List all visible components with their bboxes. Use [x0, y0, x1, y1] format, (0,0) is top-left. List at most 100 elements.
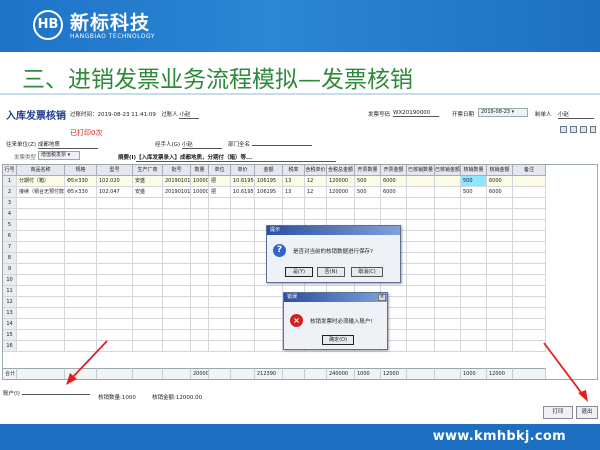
table-cell[interactable] — [163, 330, 191, 341]
table-cell[interactable]: 2 — [3, 187, 17, 198]
table-cell[interactable] — [17, 330, 65, 341]
table-cell[interactable] — [513, 198, 546, 209]
table-cell[interactable] — [255, 297, 283, 308]
table-cell[interactable]: 102.020 — [97, 176, 133, 187]
table-cell[interactable] — [231, 341, 255, 352]
table-cell[interactable]: Φ5×330 — [65, 187, 97, 198]
table-cell[interactable] — [513, 264, 546, 275]
table-cell[interactable] — [97, 297, 133, 308]
table-cell[interactable]: 10 — [3, 275, 17, 286]
table-cell[interactable] — [133, 330, 163, 341]
table-cell[interactable] — [487, 341, 513, 352]
table-cell[interactable] — [513, 242, 546, 253]
table-cell[interactable] — [209, 220, 231, 231]
table-cell[interactable] — [97, 308, 133, 319]
table-cell[interactable] — [163, 220, 191, 231]
table-cell[interactable]: 6000 — [381, 176, 407, 187]
table-cell[interactable]: 6000 — [487, 176, 513, 187]
table-cell[interactable] — [65, 198, 97, 209]
table-cell[interactable] — [17, 231, 65, 242]
table-cell[interactable] — [191, 308, 209, 319]
table-cell[interactable] — [231, 264, 255, 275]
table-cell[interactable]: 安盛 — [133, 176, 163, 187]
table-cell[interactable] — [461, 220, 487, 231]
table-cell[interactable] — [133, 319, 163, 330]
maker-field[interactable]: 小赵 — [558, 110, 594, 119]
account-field[interactable] — [21, 394, 90, 395]
settings-icon[interactable] — [590, 126, 596, 133]
camera-icon[interactable] — [570, 126, 577, 133]
table-cell[interactable] — [255, 198, 283, 209]
table-cell[interactable] — [65, 286, 97, 297]
table-cell[interactable]: 20190101 — [163, 187, 191, 198]
table-cell[interactable] — [407, 264, 435, 275]
table-cell[interactable] — [231, 231, 255, 242]
table-cell[interactable]: 1 — [3, 176, 17, 187]
table-cell[interactable] — [407, 242, 435, 253]
table-cell[interactable] — [513, 187, 546, 198]
table-cell[interactable] — [133, 253, 163, 264]
table-cell[interactable] — [191, 264, 209, 275]
table-cell[interactable]: 13 — [283, 187, 305, 198]
table-cell[interactable] — [461, 253, 487, 264]
table-cell[interactable]: 5 — [3, 220, 17, 231]
exit-button[interactable]: 退出 — [576, 406, 598, 419]
column-header[interactable]: 备注 — [513, 165, 546, 176]
table-cell[interactable]: 10.6195 — [231, 176, 255, 187]
table-cell[interactable]: 500 — [355, 187, 381, 198]
table-cell[interactable] — [461, 341, 487, 352]
table-cell[interactable] — [487, 209, 513, 220]
table-cell[interactable] — [327, 209, 355, 220]
table-cell[interactable] — [381, 209, 407, 220]
summary-field[interactable]: 【入库发票录入】成都地质，分期付（箱）等... — [136, 153, 336, 162]
table-cell[interactable] — [487, 198, 513, 209]
column-header[interactable]: 金额 — [255, 165, 283, 176]
table-cell[interactable] — [191, 275, 209, 286]
table-cell[interactable] — [435, 297, 461, 308]
column-header[interactable]: 含税单价 — [305, 165, 327, 176]
table-cell[interactable] — [17, 308, 65, 319]
table-cell[interactable] — [163, 253, 191, 264]
table-cell[interactable]: 13 — [3, 308, 17, 319]
table-cell[interactable]: 106195 — [255, 176, 283, 187]
print-button[interactable]: 打印 — [543, 406, 573, 419]
table-cell[interactable]: 9 — [3, 264, 17, 275]
table-cell[interactable] — [513, 231, 546, 242]
table-cell[interactable] — [17, 319, 65, 330]
table-cell[interactable] — [407, 286, 435, 297]
table-cell[interactable] — [435, 341, 461, 352]
table-cell[interactable] — [435, 242, 461, 253]
table-cell[interactable]: 4 — [3, 209, 17, 220]
table-cell[interactable] — [513, 209, 546, 220]
table-cell[interactable] — [407, 319, 435, 330]
table-cell[interactable] — [461, 231, 487, 242]
table-cell[interactable] — [513, 319, 546, 330]
table-cell[interactable] — [97, 209, 133, 220]
table-cell[interactable] — [255, 286, 283, 297]
column-header[interactable]: 规格 — [65, 165, 97, 176]
table-cell[interactable] — [255, 330, 283, 341]
table-cell[interactable] — [435, 308, 461, 319]
table-cell[interactable] — [163, 198, 191, 209]
ok-button[interactable]: 确定(O) — [322, 335, 354, 345]
table-cell[interactable] — [65, 242, 97, 253]
table-cell[interactable] — [487, 242, 513, 253]
table-cell[interactable] — [97, 275, 133, 286]
table-cell[interactable] — [513, 308, 546, 319]
table-cell[interactable] — [461, 297, 487, 308]
partner-field[interactable]: 成都地质 — [37, 140, 98, 149]
table-cell[interactable]: 6000 — [487, 187, 513, 198]
attachment-icon[interactable] — [560, 126, 567, 133]
table-cell[interactable] — [407, 275, 435, 286]
invoice-date-picker[interactable]: 2019-08-23 ▾ — [478, 108, 528, 117]
table-cell[interactable] — [487, 319, 513, 330]
table-cell[interactable] — [133, 231, 163, 242]
table-cell[interactable] — [513, 253, 546, 264]
table-cell[interactable] — [209, 341, 231, 352]
table-cell[interactable] — [209, 253, 231, 264]
table-cell[interactable] — [191, 242, 209, 253]
column-header[interactable]: 开票数量 — [355, 165, 381, 176]
table-cell[interactable]: 14 — [3, 319, 17, 330]
table-cell[interactable] — [487, 275, 513, 286]
table-cell[interactable] — [133, 297, 163, 308]
